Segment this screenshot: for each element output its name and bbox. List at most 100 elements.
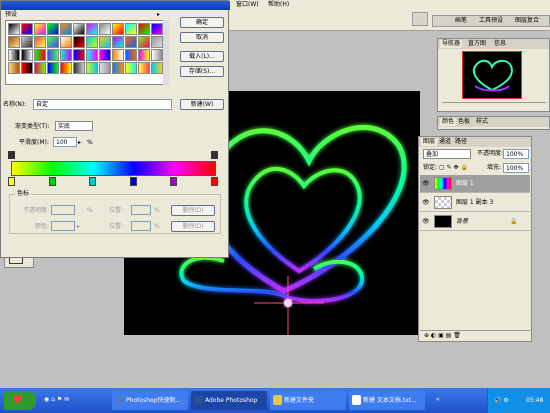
layer-row[interactable]: 👁 图层 1 副本 3: [420, 194, 530, 212]
gradient-type-select[interactable]: 实底: [55, 121, 93, 131]
preset-swatch[interactable]: [86, 36, 98, 48]
menu-help[interactable]: 帮助(H): [268, 0, 289, 9]
tab-info[interactable]: 信息: [492, 40, 508, 48]
preset-swatch[interactable]: [47, 49, 59, 61]
tab-paths[interactable]: 路径: [453, 138, 469, 146]
start-button[interactable]: ♥: [4, 391, 36, 410]
eye-icon[interactable]: 👁: [422, 180, 430, 188]
preset-swatch[interactable]: [112, 36, 124, 48]
preset-swatch[interactable]: [60, 49, 72, 61]
preset-swatch[interactable]: [138, 62, 150, 74]
presets-menu-icon[interactable]: ▸: [157, 11, 160, 19]
preset-swatch[interactable]: [47, 62, 59, 74]
preset-swatch[interactable]: [21, 49, 33, 61]
task-photoshop-tutorial[interactable]: Photoshop快速制...: [112, 391, 188, 410]
tab-layers[interactable]: 图层: [421, 138, 438, 146]
save-button[interactable]: 存储(S)...: [180, 66, 224, 77]
preset-swatch[interactable]: [21, 36, 33, 48]
preset-swatch[interactable]: [73, 23, 85, 35]
preset-swatch[interactable]: [86, 49, 98, 61]
tab-channels[interactable]: 通道: [437, 138, 453, 146]
color-location-field[interactable]: [131, 221, 151, 231]
preset-swatch[interactable]: [151, 62, 163, 74]
color-stop[interactable]: [48, 177, 56, 186]
delete-opacity-stop-button[interactable]: 删除(D): [171, 205, 215, 216]
navigator-thumbnail[interactable]: [462, 51, 522, 99]
preset-swatch[interactable]: [112, 62, 124, 74]
preset-swatch[interactable]: [99, 62, 111, 74]
stop-opacity-field[interactable]: [51, 205, 75, 215]
color-stop[interactable]: [211, 177, 218, 186]
opacity-stop-left[interactable]: [8, 151, 15, 159]
color-stop[interactable]: [129, 177, 137, 186]
preset-swatch[interactable]: [34, 62, 46, 74]
color-stop[interactable]: [170, 177, 178, 186]
tab-tool-presets[interactable]: 工具预设: [477, 17, 505, 25]
tab-swatches[interactable]: 色板: [456, 118, 472, 126]
preset-swatch[interactable]: [8, 49, 20, 61]
preset-swatch[interactable]: [138, 23, 150, 35]
preset-swatch[interactable]: [73, 49, 85, 61]
preset-swatch[interactable]: [86, 23, 98, 35]
delete-color-stop-button[interactable]: 删除(D): [171, 221, 215, 232]
layer-row[interactable]: 👁 背景 🔒: [420, 213, 530, 231]
quick-launch-icons[interactable]: ◉ ⌂ ⚑ ✉: [44, 396, 69, 404]
task-adobe-photoshop[interactable]: Adobe Photoshop: [191, 391, 267, 410]
eye-icon[interactable]: 👁: [422, 199, 430, 207]
task-new-text-doc[interactable]: 新建 文本文档.txt...: [349, 391, 425, 410]
preset-swatch[interactable]: [125, 36, 137, 48]
preset-swatch[interactable]: [8, 62, 20, 74]
lock-icons[interactable]: ▢ ✎ ✥ 🔒: [439, 164, 468, 172]
preset-swatch[interactable]: [34, 23, 46, 35]
palette-well-icon[interactable]: [412, 12, 428, 26]
preset-swatch[interactable]: [21, 23, 33, 35]
stop-color-arrow-icon[interactable]: ▸: [77, 223, 80, 231]
tray-expand-icon[interactable]: «: [436, 396, 440, 404]
preset-swatch[interactable]: [86, 62, 98, 74]
preset-swatch[interactable]: [151, 36, 163, 48]
preset-swatch[interactable]: [60, 36, 72, 48]
preset-swatch[interactable]: [21, 62, 33, 74]
preset-swatch[interactable]: [112, 23, 124, 35]
preset-swatch[interactable]: [99, 49, 111, 61]
zoom-slider[interactable]: [442, 102, 546, 108]
blend-mode-select[interactable]: 叠加: [423, 149, 471, 159]
smoothness-arrow-icon[interactable]: ▸: [78, 139, 81, 147]
stop-location-field[interactable]: [131, 205, 151, 215]
preset-swatch[interactable]: [8, 23, 20, 35]
preset-swatch[interactable]: [47, 23, 59, 35]
layer-footer-icons[interactable]: ⊕ ◐ ▣ ▤ 🗑: [424, 332, 461, 340]
opacity-stop-right[interactable]: [211, 151, 218, 159]
preset-swatch[interactable]: [60, 62, 72, 74]
smoothness-field[interactable]: 100: [53, 137, 77, 147]
cancel-button[interactable]: 取消: [180, 32, 224, 43]
ok-button[interactable]: 确定: [180, 17, 224, 28]
tab-navigator[interactable]: 导航器: [440, 40, 463, 48]
tab-styles[interactable]: 样式: [474, 118, 490, 126]
preset-swatch[interactable]: [73, 36, 85, 48]
presets-grid[interactable]: [5, 20, 169, 85]
gradient-preview-bar[interactable]: [11, 161, 216, 176]
name-field[interactable]: 自定: [33, 99, 172, 110]
preset-swatch[interactable]: [125, 49, 137, 61]
preset-swatch[interactable]: [138, 49, 150, 61]
tab-color[interactable]: 颜色: [440, 118, 457, 126]
eye-icon[interactable]: 👁: [422, 218, 430, 226]
preset-swatch[interactable]: [47, 36, 59, 48]
tray-icons[interactable]: 🔊 ⚙: [494, 397, 509, 405]
preset-swatch[interactable]: [99, 36, 111, 48]
preset-swatch[interactable]: [34, 49, 46, 61]
preset-swatch[interactable]: [125, 23, 137, 35]
preset-swatch[interactable]: [73, 62, 85, 74]
dialog-titlebar[interactable]: [1, 1, 230, 10]
preset-swatch[interactable]: [138, 36, 150, 48]
fill-field[interactable]: 100%: [503, 163, 529, 173]
tab-layer-comps[interactable]: 图层复合: [513, 17, 541, 25]
color-stop[interactable]: [89, 177, 97, 186]
preset-swatch[interactable]: [151, 49, 163, 61]
preset-swatch[interactable]: [99, 23, 111, 35]
preset-swatch[interactable]: [60, 23, 72, 35]
preset-swatch[interactable]: [34, 36, 46, 48]
preset-swatch[interactable]: [8, 36, 20, 48]
new-button[interactable]: 新建(W): [180, 99, 224, 110]
